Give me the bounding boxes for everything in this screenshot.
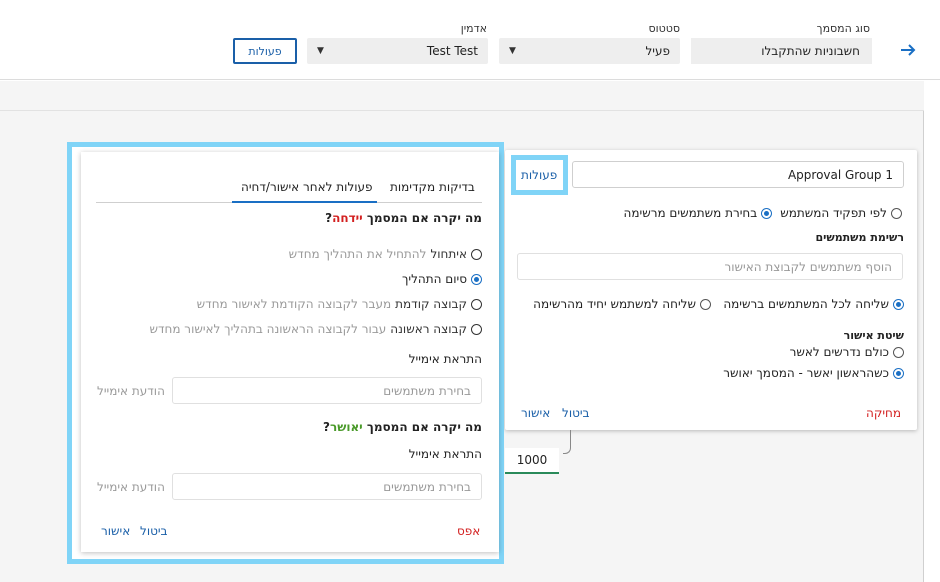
option-end: סיום התהליך — [402, 272, 482, 286]
arrow-right-icon[interactable] — [898, 40, 918, 65]
send-one-option: שליחה למשתמש יחיד מהרשימה — [533, 297, 711, 311]
radio-from-list[interactable] — [761, 207, 773, 219]
first-approves-option: כשהראשון יאשר - המסמך יאושר — [723, 366, 904, 380]
send-all-option: שליחה לכל המשתמשים ברשימה — [723, 297, 904, 311]
connector-line — [563, 430, 571, 454]
delete-group-link[interactable]: מחיקה — [866, 406, 901, 420]
option-first-group: קבוצה ראשונה עבור לקבוצה הראשונה בתהליך … — [149, 322, 482, 336]
status-select[interactable]: ▼ פעיל — [499, 38, 680, 64]
doc-type-value: חשבוניות שהתקבלו — [691, 38, 872, 64]
radio-prev-group[interactable] — [471, 298, 482, 310]
first-approves-label: כשהראשון יאשר - המסמך יאושר — [723, 366, 889, 380]
reject-question-prefix: מה יקרה אם המסמך — [362, 211, 482, 225]
admin-select[interactable]: ▼ Test Test — [307, 38, 488, 64]
radio-by-role[interactable] — [891, 207, 902, 219]
approve-question: מה יקרה אם המסמך יאושר? — [323, 420, 482, 434]
tab-post-actions[interactable]: פעולות לאחר אישור/דחיה — [241, 180, 373, 194]
doc-type-label: סוג המסמך — [816, 22, 870, 35]
status-select-value: פעיל — [645, 44, 670, 58]
group-name-input[interactable]: Approval Group 1 — [572, 161, 904, 188]
add-users-input[interactable]: הוסף משתמשים לקבוצת האישור — [517, 253, 903, 280]
tab-prechecks[interactable]: בדיקות מקדימות — [390, 180, 475, 194]
group-actions-link[interactable]: פעולות — [521, 168, 557, 182]
email-alert-label: התראת אימייל — [408, 352, 482, 366]
option-reset-bold: איתחול — [430, 247, 467, 261]
active-tab-indicator — [232, 201, 377, 203]
admin-label: אדמין — [460, 22, 487, 35]
radio-reset[interactable] — [471, 248, 482, 260]
modal-approve-link[interactable]: אישור — [101, 524, 130, 538]
reject-question: מה יקרה אם המסמך יידחה? — [325, 211, 482, 225]
reject-word: יידחה — [332, 211, 363, 225]
reset-link[interactable]: אפס — [457, 524, 480, 538]
send-one-label: שליחה למשתמש יחיד מהרשימה — [533, 297, 696, 311]
radio-first-approves[interactable] — [893, 367, 904, 379]
canvas-toolbar-strip — [0, 81, 924, 111]
status-label: סטטוס — [648, 22, 680, 35]
chevron-down-icon: ▼ — [509, 46, 516, 56]
approval-method-title: שיטת אישור — [843, 329, 904, 342]
radio-from-list-label: בחירת משתמשים מרשימה — [623, 206, 758, 220]
all-required-option: כולם נדרשים לאשר — [790, 345, 904, 359]
group-cancel-link[interactable]: ביטול — [562, 406, 590, 420]
group-approve-link[interactable]: אישור — [521, 406, 550, 420]
option-end-label: סיום התהליך — [401, 272, 467, 286]
radio-end[interactable] — [471, 273, 482, 285]
send-all-label: שליחה לכל המשתמשים ברשימה — [723, 297, 889, 311]
radio-send-all[interactable] — [893, 298, 904, 310]
add-users-placeholder: הוסף משתמשים לקבוצת האישור — [724, 259, 893, 274]
actions-button[interactable]: פעולות — [233, 38, 297, 64]
select-users-input-2[interactable]: בחירת משתמשים — [172, 473, 482, 500]
option-first-desc: עבור לקבוצה הראשונה בתהליך לאישור מחדש — [149, 322, 387, 336]
radio-by-role-label: לפי תפקיד המשתמש — [780, 206, 887, 220]
approve-question-prefix: מה יקרה אם המסמך — [362, 420, 482, 434]
radio-first-group[interactable] — [471, 323, 482, 335]
radio-all-required[interactable] — [893, 346, 904, 358]
option-first-bold: קבוצה ראשונה — [390, 322, 467, 336]
option-reset: איתחול להתחיל את התהליך מחדש — [289, 247, 482, 261]
radio-send-one[interactable] — [700, 298, 711, 310]
select-users-placeholder: בחירת משתמשים — [383, 383, 471, 398]
all-required-label: כולם נדרשים לאשר — [789, 345, 889, 359]
option-prev-group: קבוצה קודמת מעבר לקבוצה הקודמת לאישור מח… — [197, 297, 482, 311]
approve-word: יאושר — [330, 420, 363, 434]
email-alert-label-2: התראת אימייל — [408, 447, 482, 461]
users-list-title: רשימת משתמשים — [815, 231, 904, 244]
option-prev-bold: קבוצה קודמת — [395, 297, 467, 311]
question-mark: ? — [323, 420, 330, 434]
doc-type-text: חשבוניות שהתקבלו — [761, 44, 860, 58]
modal-cancel-link[interactable]: ביטול — [140, 524, 168, 538]
amount-value: 1000 — [516, 453, 548, 467]
amount-node[interactable]: 1000 — [505, 448, 559, 472]
select-users-input[interactable]: בחירת משתמשים — [172, 377, 482, 404]
select-users-placeholder-2: בחירת משתמשים — [383, 479, 471, 494]
email-message-label-2: הודעת אימייל — [97, 480, 165, 494]
group-name-text: Approval Group 1 — [787, 167, 893, 182]
amount-node-underline — [505, 472, 559, 474]
option-prev-desc: מעבר לקבוצה הקודמת לאישור מחדש — [196, 297, 392, 311]
chevron-down-icon: ▼ — [317, 46, 324, 56]
option-reset-desc: להתחיל את התהליך מחדש — [288, 247, 427, 261]
admin-select-value: Test Test — [426, 44, 478, 58]
selection-mode-row: לפי תפקיד המשתמש בחירת משתמשים מרשימה — [624, 206, 902, 220]
email-message-label: הודעת אימייל — [97, 384, 165, 398]
